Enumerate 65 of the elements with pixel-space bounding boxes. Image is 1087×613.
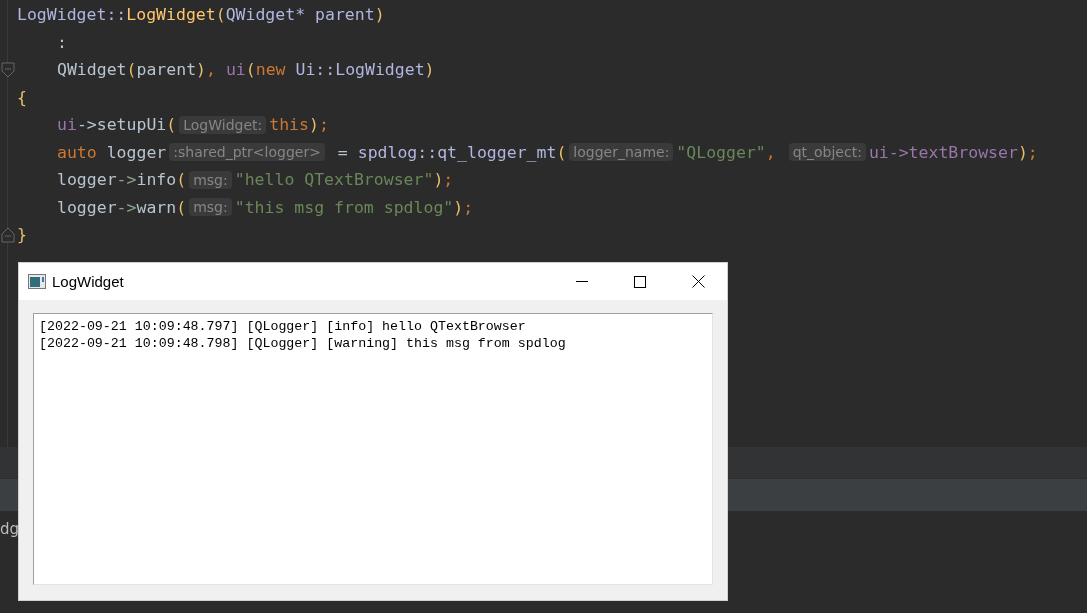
code-token: , [765, 142, 777, 162]
code-token: auto [57, 142, 98, 162]
log-line: [2022-09-21 10:09:48.797] [QLogger] [info] hello QTextBrowser [39, 318, 527, 335]
code-token: ( [556, 142, 567, 162]
code-token: ) [196, 60, 207, 80]
close-icon [691, 275, 705, 288]
code-token: parent [136, 60, 197, 80]
code-token: } [17, 225, 27, 245]
fold-icon[interactable] [1, 227, 15, 243]
code-token: ( [126, 60, 137, 80]
code-token: QWidget* parent [225, 5, 375, 25]
log-line: [2022-09-21 10:09:48.798] [QLogger] [warning] this msg from spdlog [39, 335, 567, 352]
code-token: ui->textBrowser [868, 142, 1018, 162]
code-token: : [57, 32, 67, 52]
text-browser[interactable]: [2022-09-21 10:09:48.797] [QLogger] [info] hello QTextBrowser [2022-09-21 10:09:48.798] [QLogger] [warning] this msg from spdlog [33, 313, 713, 585]
code-token: "hello QTextBrowser" [234, 170, 434, 190]
code-token: ; [463, 197, 474, 217]
code-token: -> [116, 197, 137, 217]
code-token: ) [453, 197, 464, 217]
code-token: ; [318, 115, 329, 135]
code-token: ; [1027, 142, 1038, 162]
maximize-icon [634, 275, 646, 288]
code-token: info [136, 170, 177, 190]
code-token: ) [309, 115, 319, 135]
code-token: ( [245, 60, 256, 80]
code-token: ->setupUi [76, 115, 167, 135]
fold-icon[interactable] [1, 62, 15, 78]
code-token: , [206, 60, 217, 80]
code-token: "this msg from spdlog" [234, 197, 454, 217]
code-token: ( [176, 197, 187, 217]
code-token: logger [57, 197, 117, 217]
code-token: = [336, 142, 349, 162]
code-token: ; [443, 170, 454, 190]
parameter-hint: LogWidget: [179, 115, 267, 134]
parameter-hint: :shared_ptr<logger> [169, 143, 325, 162]
parameter-hint: logger_name: [569, 143, 674, 162]
code-token: ) [374, 5, 385, 25]
parameter-hint: qt_object: [788, 143, 866, 162]
code-token: this [269, 115, 309, 135]
code-token: new [255, 60, 287, 80]
code-token: spdlog::qt_logger_mt [357, 142, 557, 162]
code-token: { [17, 87, 27, 107]
code-token: Ui::LogWidget [295, 60, 425, 80]
code-token: -> [116, 170, 137, 190]
window-icon [28, 274, 46, 289]
code-token: ) [424, 60, 435, 80]
parameter-hint: msg: [189, 170, 232, 189]
code-token: ( [166, 115, 177, 135]
code-token: LogWidget:: [17, 5, 127, 25]
code-token: logger [57, 170, 117, 190]
code-token: ( [176, 170, 187, 190]
code-token: LogWidget [126, 5, 216, 25]
code-token: ( [215, 5, 226, 25]
code-token: ) [433, 170, 444, 190]
code-token: QWidget [57, 60, 127, 80]
parameter-hint: msg: [189, 198, 232, 217]
code-token: logger [106, 142, 167, 162]
code-token: warn [136, 197, 177, 217]
panel-text: dg [0, 520, 20, 538]
code-token: ui [225, 60, 246, 80]
window-title: LogWidget [52, 273, 125, 290]
code-token: ui [57, 115, 77, 135]
minimize-icon [576, 281, 588, 282]
code-token: ) [1017, 142, 1028, 162]
code-token: "QLogger" [676, 142, 766, 162]
